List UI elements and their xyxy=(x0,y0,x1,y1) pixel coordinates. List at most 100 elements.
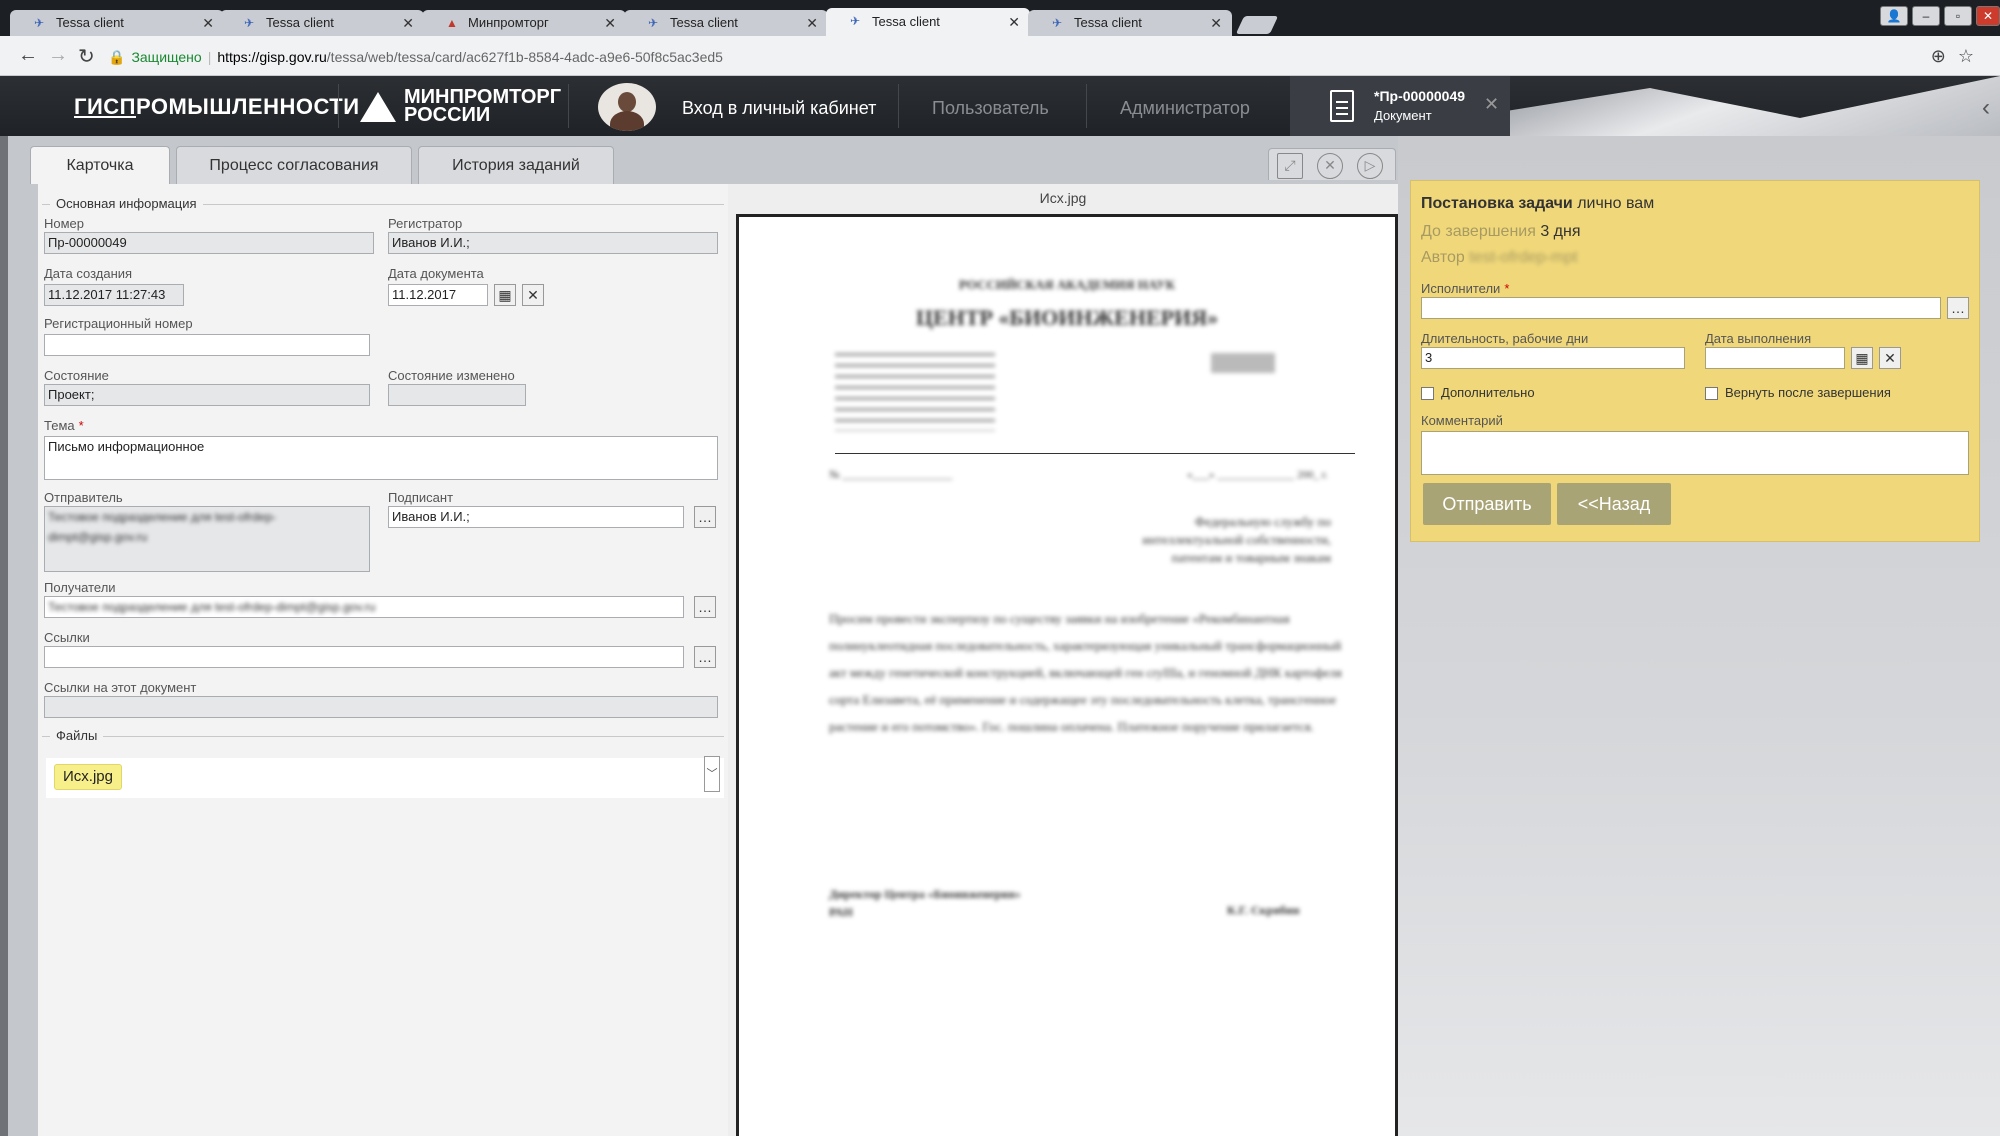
recipients-picker-button[interactable]: … xyxy=(694,596,716,618)
calendar-icon[interactable]: ▦ xyxy=(494,284,516,306)
play-circle-icon[interactable]: ▷ xyxy=(1357,153,1383,179)
regnum-field[interactable] xyxy=(44,334,370,356)
avatar-body xyxy=(610,111,644,131)
zoom-icon[interactable]: ⊕ xyxy=(1931,46,1958,66)
card-form: Основная информация Номер Пр-00000049 Ре… xyxy=(38,184,728,1136)
state-field[interactable]: Проект; xyxy=(44,384,370,406)
close-icon[interactable]: ✕ xyxy=(806,10,818,36)
close-icon[interactable]: ✕ xyxy=(604,10,616,36)
back-icon[interactable]: ← xyxy=(18,44,38,67)
recipients-field[interactable]: Тестовое подразделение для test-ofrdep-d… xyxy=(44,596,684,618)
created-date-field[interactable]: 11.12.2017 11:27:43 xyxy=(44,284,184,306)
forward-icon[interactable]: → xyxy=(48,44,68,67)
task-author-value: test-ofrdep-mpt xyxy=(1469,249,1578,266)
chevron-left-icon[interactable]: ‹ xyxy=(1982,94,1990,122)
user-profile-icon[interactable]: 👤 xyxy=(1880,6,1908,26)
doc-signature-role: Директор Центра «Биоинженерия» РАН xyxy=(829,887,1021,919)
sender-field[interactable]: Тестовое подразделение для test-ofrdep-d… xyxy=(44,506,370,572)
doc-rule xyxy=(835,453,1355,454)
browser-tab[interactable]: ✈ Tessa client ✕ xyxy=(220,10,424,36)
avatar-head xyxy=(618,92,636,112)
performers-label-text: Исполнители xyxy=(1421,281,1501,296)
document-date-label: Дата документа xyxy=(388,266,484,281)
document-date-field[interactable]: 11.12.2017 xyxy=(388,284,488,306)
clear-date-icon[interactable]: ✕ xyxy=(1879,347,1901,369)
browser-tab[interactable]: ▲ Минпромторг ✕ xyxy=(422,10,626,36)
gisp-logo-rest: РОМЫШЛЕННОСТИ xyxy=(135,94,360,119)
expand-icon[interactable]: ⤢ xyxy=(1277,153,1303,179)
duration-label: Длительность, рабочие дни xyxy=(1421,331,1589,346)
gisp-logo[interactable]: ГИСПРОМЫШЛЕННОСТИ xyxy=(74,94,360,120)
browser-tab[interactable]: ✈ Tessa client ✕ xyxy=(1028,10,1232,36)
minimize-icon[interactable]: – xyxy=(1912,6,1940,26)
personal-cabinet-link[interactable]: Вход в личный кабинет xyxy=(682,98,876,119)
gisp-logo-prefix: ГИСП xyxy=(74,94,136,119)
document-tab-number: *Пр-00000049 xyxy=(1374,88,1466,104)
links-picker-button[interactable]: … xyxy=(694,646,716,668)
admin-menu-link[interactable]: Администратор xyxy=(1120,98,1250,119)
comment-label: Комментарий xyxy=(1421,413,1503,428)
ministry-line2: РОССИИ xyxy=(404,104,491,126)
viewer-title: Исх.jpg xyxy=(1039,190,1087,206)
return-checkbox[interactable] xyxy=(1705,387,1718,400)
tab-card[interactable]: Карточка xyxy=(30,146,170,184)
reload-icon[interactable]: ↻ xyxy=(78,44,95,69)
browser-tab-active[interactable]: ✈ Tessa client ✕ xyxy=(826,8,1030,36)
due-date-field[interactable] xyxy=(1705,347,1845,369)
main-area: Карточка Процесс согласования История за… xyxy=(8,136,1398,1136)
links-field[interactable] xyxy=(44,646,684,668)
header-divider xyxy=(898,84,899,128)
comment-field[interactable] xyxy=(1421,431,1969,475)
performers-field[interactable] xyxy=(1421,297,1941,319)
registrar-label: Регистратор xyxy=(388,216,463,231)
clear-date-icon[interactable]: ✕ xyxy=(522,284,544,306)
minpromtorg-logo-icon xyxy=(360,92,396,122)
minpromtorg-logo[interactable]: МИНПРОМТОРГ РОССИИ xyxy=(404,87,561,126)
new-tab-button[interactable] xyxy=(1235,16,1279,34)
close-icon[interactable]: ✕ xyxy=(1210,10,1222,36)
close-icon[interactable]: ✕ xyxy=(1484,94,1499,115)
state-label: Состояние xyxy=(44,368,109,383)
duration-field[interactable]: 3 xyxy=(1421,347,1685,369)
chevron-down-icon[interactable]: ﹀ xyxy=(704,756,720,792)
signer-picker-button[interactable]: … xyxy=(694,506,716,528)
avatar[interactable] xyxy=(598,83,656,131)
due-date-label: Дата выполнения xyxy=(1705,331,1812,346)
number-field[interactable]: Пр-00000049 xyxy=(44,232,374,254)
user-menu-link[interactable]: Пользователь xyxy=(932,98,1049,119)
window-close-icon[interactable]: ✕ xyxy=(1976,6,2000,26)
close-icon[interactable]: ✕ xyxy=(202,10,214,36)
state-changed-field[interactable] xyxy=(388,384,526,406)
close-icon[interactable]: ✕ xyxy=(402,10,414,36)
browser-tab[interactable]: ✈ Tessa client ✕ xyxy=(624,10,828,36)
open-document-tab[interactable]: *Пр-00000049 Документ ✕ xyxy=(1290,76,1510,136)
section-divider xyxy=(42,736,724,737)
file-chip[interactable]: Исх.jpg xyxy=(54,764,122,790)
tab-approval-process[interactable]: Процесс согласования xyxy=(176,146,412,184)
files-list xyxy=(46,758,724,798)
back-button[interactable]: <<Назад xyxy=(1557,483,1671,525)
header-divider xyxy=(568,84,569,128)
tessa-favicon-icon: ✈ xyxy=(850,14,861,28)
close-icon[interactable]: ✕ xyxy=(1008,8,1020,36)
subject-field[interactable]: Письмо информационное xyxy=(44,436,718,480)
bookmark-star-icon[interactable]: ☆ xyxy=(1958,46,1986,66)
number-label: Номер xyxy=(44,216,85,231)
signer-field[interactable]: Иванов И.И.; xyxy=(388,506,684,528)
extra-checkbox[interactable] xyxy=(1421,387,1434,400)
calendar-icon[interactable]: ▦ xyxy=(1851,347,1873,369)
performers-picker-button[interactable]: … xyxy=(1947,297,1969,319)
send-button[interactable]: Отправить xyxy=(1423,483,1551,525)
url-field[interactable]: 🔒 Защищено | https://gisp.gov.ru/tessa/web/… xyxy=(108,44,1928,70)
tab-task-history[interactable]: История заданий xyxy=(418,146,614,184)
browser-tab[interactable]: ✈ Tessa client ✕ xyxy=(10,10,224,36)
cancel-circle-icon[interactable]: ✕ xyxy=(1317,153,1343,179)
task-deadline-label: До завершения xyxy=(1421,223,1541,240)
left-edge-strip xyxy=(0,136,8,1136)
maximize-icon[interactable]: ▫ xyxy=(1944,6,1972,26)
recipients-value: Тестовое подразделение для test-ofrdep-d… xyxy=(48,600,376,614)
backlinks-field[interactable] xyxy=(44,696,718,718)
backlinks-label: Ссылки на этот документ xyxy=(44,680,197,695)
registrar-field[interactable]: Иванов И.И.; xyxy=(388,232,718,254)
return-label: Вернуть после завершения xyxy=(1725,385,1891,400)
